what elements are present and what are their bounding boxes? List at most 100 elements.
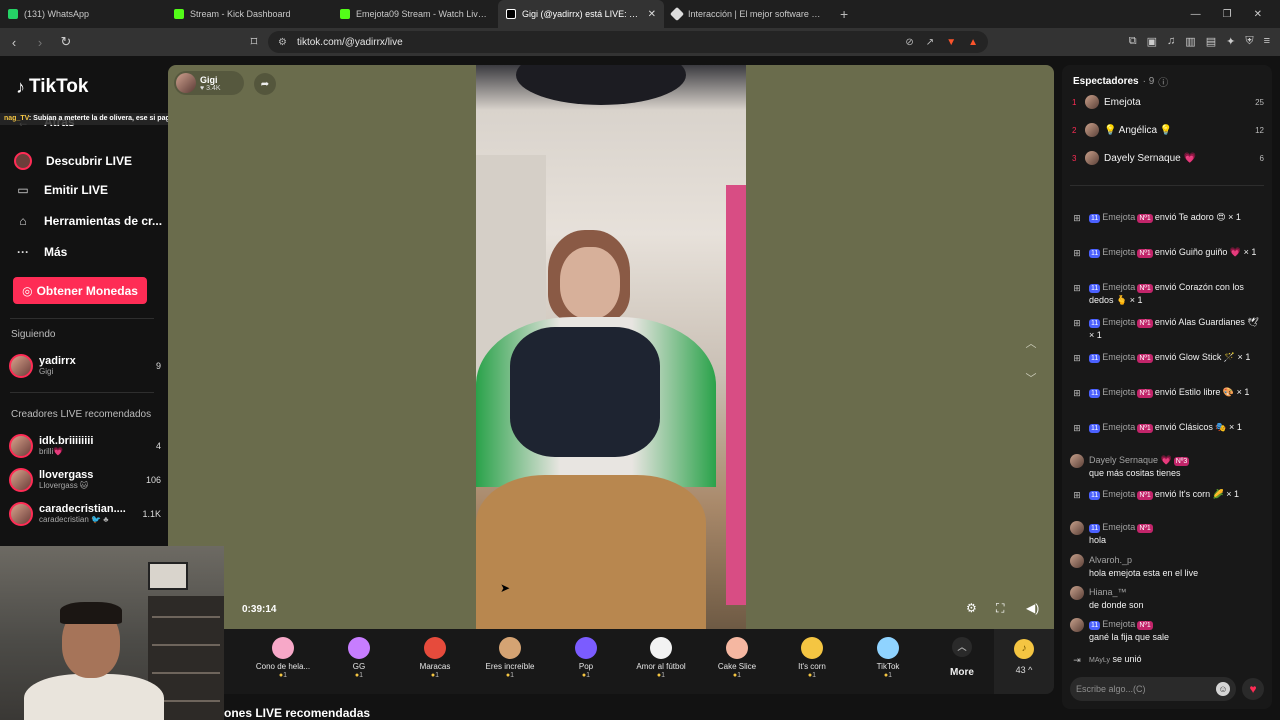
vpn-icon[interactable]: ⛨ — [1245, 35, 1253, 48]
chat-username[interactable]: Emejota — [1102, 317, 1135, 327]
recommended-account[interactable]: caradecristian.... caradecristian 🐦 ♣ 1.1… — [9, 502, 161, 526]
recommended-account[interactable]: llovergass Llovergass 🐱 106 — [9, 468, 161, 492]
tab-tiktok-live[interactable]: Gigi (@yadirrx) está LIVE: TikT ✕ — [498, 0, 664, 28]
bookmark-icon[interactable]: ⌑ — [248, 34, 260, 50]
gift-item[interactable]: Cake Slice ●1 — [702, 637, 772, 679]
new-tab-icon[interactable]: + — [830, 6, 858, 22]
ai-icon[interactable]: ✦ — [1226, 35, 1235, 48]
next-live-icon[interactable]: ﹀ — [1020, 367, 1042, 389]
brave-shield-icon[interactable]: ▼ — [946, 37, 956, 48]
share-icon[interactable]: ➦ — [254, 73, 276, 95]
live-avatar-icon — [14, 152, 32, 170]
chat-message: ⊞ 11 Emejota Nº1 envió Alas Guardianes 🕊 × 1 — [1070, 316, 1266, 342]
gift-item[interactable]: It's corn ●1 — [777, 637, 847, 679]
viewer-name: 💡 Angélica 💡 — [1104, 124, 1173, 136]
gift-item[interactable]: Amor al fútbol ●1 — [626, 637, 696, 679]
gift-item[interactable]: Cono de hela... ●1 — [248, 637, 318, 679]
chat-username[interactable]: Emejota — [1102, 282, 1135, 292]
nav-discover-live[interactable]: Descubrir LIVE — [14, 152, 132, 170]
gift-item[interactable]: Eres increíble ●1 — [475, 637, 545, 679]
heart-button[interactable]: ♥ — [1242, 678, 1264, 700]
webcam-person-hair — [60, 602, 122, 624]
menu-icon[interactable]: ≡ — [1264, 35, 1270, 48]
chat-username[interactable]: Emejota — [1102, 212, 1135, 222]
music-icon[interactable]: ♫ — [1167, 35, 1175, 48]
level-badge: 11 — [1089, 524, 1101, 533]
top-viewer[interactable]: 2 💡 Angélica 💡 12 — [1072, 123, 1264, 137]
info-icon[interactable]: ⓘ — [1158, 74, 1168, 89]
previous-live-icon[interactable]: ︿ — [1020, 332, 1042, 354]
tab-kick-stream[interactable]: Emejota09 Stream - Watch Live on Ki — [332, 0, 498, 28]
tab-interaccion[interactable]: Interacción | El mejor software para j — [664, 0, 830, 28]
video-door — [726, 185, 746, 605]
top-viewer[interactable]: 3 Dayely Sernaque 💗 6 — [1072, 151, 1264, 165]
fullscreen-icon[interactable]: ⛶ — [996, 601, 1004, 616]
reload-icon[interactable]: ↻ — [60, 34, 72, 50]
volume-icon[interactable]: ◀) — [1026, 601, 1039, 615]
chat-username[interactable]: Emejota — [1102, 387, 1135, 397]
nav-creator-tools[interactable]: ⌂ Herramientas de cr... — [16, 214, 162, 228]
gift-item[interactable]: Maracas ●1 — [400, 637, 470, 679]
close-window-icon[interactable]: ✕ — [1254, 9, 1262, 20]
recommended-account[interactable]: idk.briiiiiiii brilli💗 4 — [9, 434, 161, 458]
share-icon[interactable]: ↗ — [926, 37, 934, 48]
minimize-icon[interactable]: — — [1191, 9, 1201, 20]
account-name: caradecristian.... — [39, 503, 126, 515]
gift-tiktok-icon — [877, 637, 899, 659]
home-icon: ⌂ — [19, 214, 27, 228]
whatsapp-icon — [8, 9, 18, 19]
gift-corn-icon — [801, 637, 823, 659]
coin-balance-button[interactable]: ♪ 43 ^ — [994, 629, 1054, 694]
gift-price-value: 1 — [737, 672, 742, 679]
tracking-icon[interactable]: ⊘ — [905, 37, 913, 48]
nav-more[interactable]: ··· Más — [16, 245, 67, 259]
chat-username[interactable]: Alvaroh._p — [1089, 555, 1132, 565]
site-settings-icon[interactable]: ⚙ — [278, 37, 287, 48]
chat-username[interactable]: Emejota — [1102, 489, 1135, 499]
wallet-icon[interactable]: ▤ — [1206, 35, 1216, 48]
avatar — [9, 468, 33, 492]
nav-go-live[interactable]: ▭ Emitir LIVE — [16, 183, 108, 197]
account-subtitle: brilli💗 — [39, 447, 64, 456]
chat-username[interactable]: Dayely Sernaque 💗 — [1089, 455, 1172, 465]
host-info[interactable]: Gigi ♥ 3.4K — [174, 71, 244, 95]
chat-input[interactable]: Escribe algo...(C) ☺ — [1070, 677, 1236, 701]
gift-item[interactable]: TikTok ●1 — [853, 637, 923, 679]
back-icon[interactable]: ‹ — [8, 35, 20, 50]
top-viewer[interactable]: 1 Emejota 25 — [1072, 95, 1264, 109]
gift-item[interactable]: Pop ●1 — [551, 637, 621, 679]
sidebar-icon[interactable]: ▥ — [1185, 35, 1195, 48]
gift-price: ●1 — [475, 672, 545, 679]
following-account[interactable]: yadirrx Gigi 9 — [9, 354, 161, 378]
more-gifts-button[interactable]: ︿ More — [942, 637, 982, 678]
url-field[interactable]: ⚙ tiktok.com/@yadirrx/live ⊘ ↗ ▼ ▲ — [268, 31, 988, 53]
extensions-area: ⧉ ▣ ♫ ▥ ▤ ✦ ⛨ ≡ — [1129, 35, 1270, 48]
extension-icon[interactable]: ⧉ — [1129, 35, 1137, 48]
chat-username[interactable]: Emejota — [1102, 619, 1135, 629]
chat-username[interactable]: Hiana_™ — [1089, 587, 1127, 597]
rewards-icon[interactable]: ▲ — [968, 37, 978, 48]
chat-username[interactable]: Emejota — [1102, 352, 1135, 362]
close-tab-icon[interactable]: ✕ — [648, 9, 656, 20]
gift-item[interactable]: GG ●1 — [324, 637, 394, 679]
tab-whatsapp[interactable]: (131) WhatsApp — [0, 0, 166, 28]
chat-username[interactable]: Emejota — [1102, 422, 1135, 432]
emoji-icon[interactable]: ☺ — [1216, 682, 1230, 696]
chat-username[interactable]: Emejota — [1102, 247, 1135, 257]
avatar — [1085, 95, 1099, 109]
gift-icon: ⊞ — [1073, 283, 1081, 293]
chat-text: hola emejota esta en el live — [1089, 568, 1199, 578]
tiktok-logo[interactable]: ♪ TikTok — [16, 76, 88, 98]
chat-username[interactable]: MAyLy — [1089, 657, 1110, 664]
live-player[interactable]: Gigi ♥ 3.4K ➦ ︿ ﹀ 0:39:14 ⚙ ⛶ ◀) — [168, 65, 1054, 629]
recommended-section-heading: ones LIVE recomendadas — [224, 706, 371, 720]
viewer-count: 4 — [155, 441, 161, 451]
get-coins-button[interactable]: ◎ Obtener Monedas — [13, 277, 147, 304]
maximize-icon[interactable]: ❐ — [1223, 9, 1232, 20]
screenshot-icon[interactable]: ▣ — [1147, 35, 1157, 48]
tab-kick-dashboard[interactable]: Stream - Kick Dashboard — [166, 0, 332, 28]
forward-icon[interactable]: › — [34, 35, 46, 50]
settings-icon[interactable]: ⚙ — [966, 601, 977, 615]
chat-username[interactable]: Emejota — [1102, 522, 1135, 532]
gift-price-value: 1 — [359, 672, 364, 679]
